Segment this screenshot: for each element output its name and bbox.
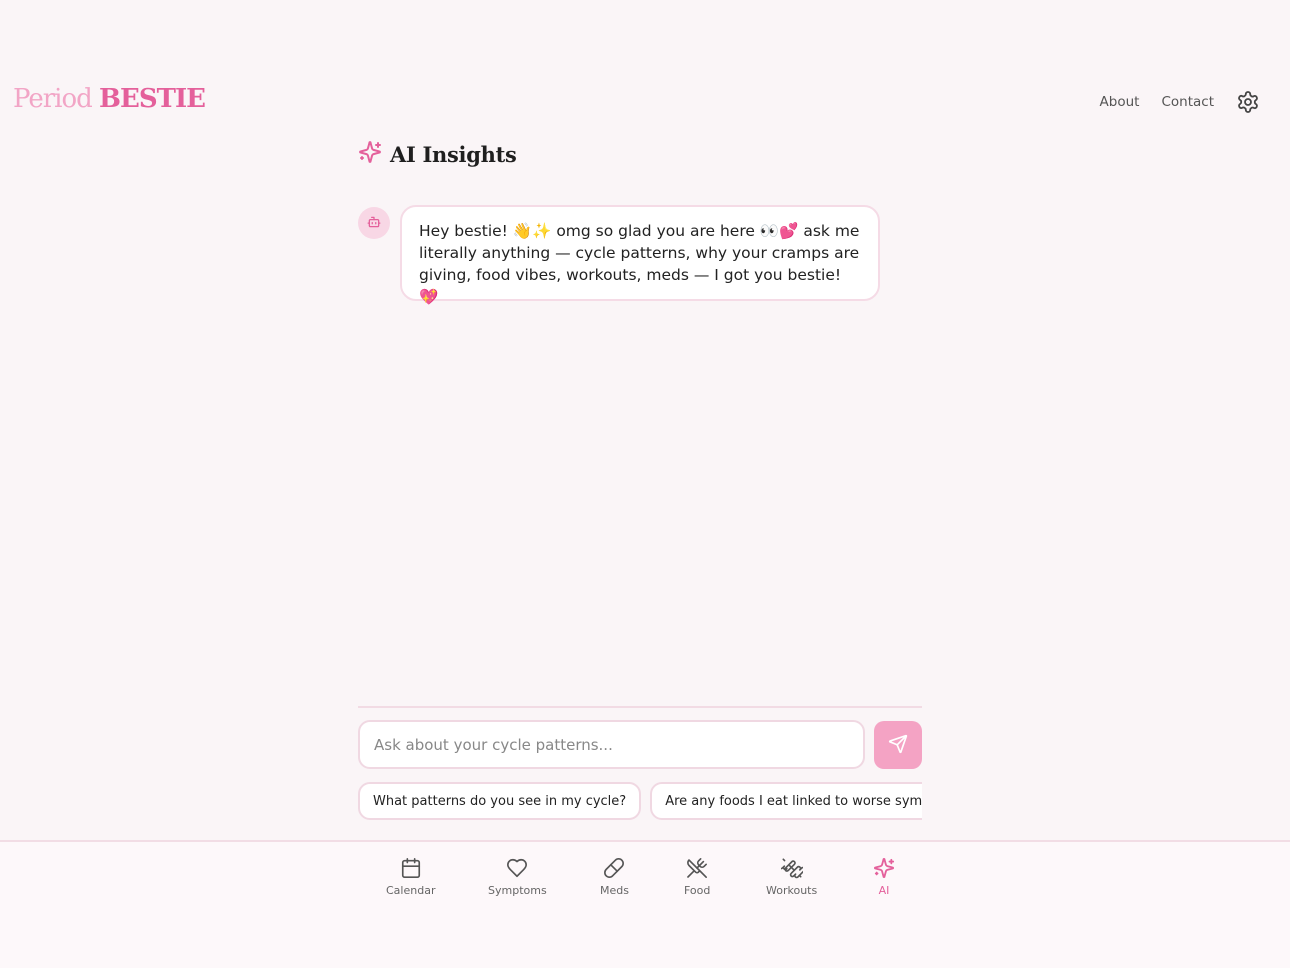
gear-icon[interactable] bbox=[1236, 90, 1260, 114]
suggestion-chips: What patterns do you see in my cycle? Ar… bbox=[358, 782, 922, 820]
tab-meds[interactable]: Meds bbox=[600, 856, 629, 897]
bot-message-bubble: Hey bestie! 👋✨ omg so glad you are here … bbox=[400, 205, 880, 306]
heart-icon bbox=[505, 856, 529, 880]
tab-calendar[interactable]: Calendar bbox=[386, 856, 435, 897]
page-title: AI Insights bbox=[390, 141, 517, 167]
utensils-icon bbox=[685, 856, 709, 880]
sparkles-icon bbox=[872, 856, 896, 880]
bot-avatar bbox=[358, 207, 390, 239]
sparkles-icon bbox=[358, 140, 382, 168]
app-page: Period BESTIE About Contact AI Insights bbox=[0, 0, 1290, 968]
logo[interactable]: Period BESTIE bbox=[13, 84, 206, 114]
page-title-row: AI Insights bbox=[358, 140, 517, 168]
suggestion-chip[interactable]: Are any foods I eat linked to worse symp… bbox=[650, 782, 922, 820]
logo-light-text: Period bbox=[13, 84, 93, 114]
nav-about-link[interactable]: About bbox=[1100, 94, 1140, 110]
tab-symptoms[interactable]: Symptoms bbox=[488, 856, 547, 897]
bottom-nav: Calendar Symptoms Meds Food Workouts AI bbox=[0, 840, 1290, 968]
top-nav: About Contact bbox=[1100, 90, 1260, 114]
tab-label: Meds bbox=[600, 884, 629, 897]
tab-label: AI bbox=[878, 884, 890, 897]
tab-food[interactable]: Food bbox=[684, 856, 710, 897]
tab-label: Symptoms bbox=[488, 884, 547, 897]
tab-label: Workouts bbox=[766, 884, 818, 897]
send-icon bbox=[888, 734, 908, 757]
tab-label: Calendar bbox=[386, 884, 436, 897]
nav-contact-link[interactable]: Contact bbox=[1161, 94, 1214, 110]
tab-label: Food bbox=[684, 884, 711, 897]
bot-icon bbox=[367, 214, 381, 233]
tab-ai[interactable]: AI bbox=[872, 856, 896, 897]
logo-bold-text: BESTIE bbox=[99, 84, 206, 114]
chat-input[interactable] bbox=[358, 720, 865, 769]
tab-workouts[interactable]: Workouts bbox=[766, 856, 817, 897]
calendar-icon bbox=[399, 856, 423, 880]
composer-divider bbox=[358, 706, 922, 708]
pill-icon bbox=[602, 856, 626, 880]
dumbbell-icon bbox=[780, 856, 804, 880]
send-button[interactable] bbox=[874, 721, 922, 769]
suggestion-chip[interactable]: What patterns do you see in my cycle? bbox=[358, 782, 642, 820]
header: Period BESTIE About Contact bbox=[0, 76, 1290, 128]
